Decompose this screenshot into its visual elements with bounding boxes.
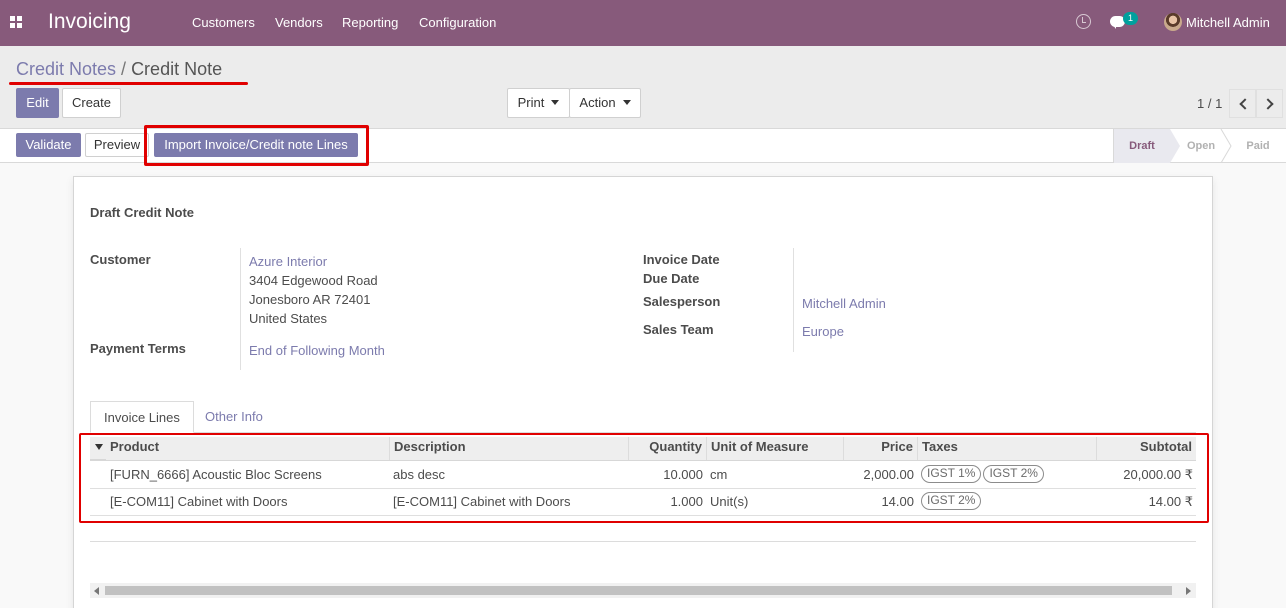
breadcrumb-current: Credit Note [131, 59, 223, 79]
highlight-underline [9, 82, 248, 85]
action-label: Action [579, 95, 616, 110]
stage-arrow [1170, 129, 1180, 163]
stage-draft[interactable]: Draft [1113, 129, 1170, 163]
activity-clock-icon[interactable] [1076, 14, 1091, 29]
caret-down-icon [622, 99, 631, 105]
user-avatar[interactable] [1164, 13, 1182, 31]
salesperson-link[interactable]: Mitchell Admin [802, 296, 886, 311]
breadcrumb-separator: / [121, 59, 127, 79]
menu-customers[interactable]: Customers [192, 15, 255, 30]
menu-vendors[interactable]: Vendors [275, 15, 323, 30]
payment-terms-link[interactable]: End of Following Month [249, 343, 385, 358]
print-dropdown[interactable]: Print [507, 88, 570, 118]
highlight-box [79, 433, 1209, 523]
payment-terms-label: Payment Terms [90, 341, 186, 356]
field-divider [240, 248, 241, 370]
stage-divider-icon [1220, 129, 1232, 163]
action-dropdown[interactable]: Action [569, 88, 641, 118]
form-sheet [73, 176, 1213, 608]
tab-invoice-lines[interactable]: Invoice Lines [90, 401, 194, 433]
menu-configuration[interactable]: Configuration [419, 15, 496, 30]
top-navbar: Invoicing Customers Vendors Reporting Co… [0, 0, 1286, 46]
pager-previous-button[interactable] [1229, 89, 1256, 118]
print-label: Print [517, 95, 545, 110]
customer-link[interactable]: Azure Interior [249, 254, 327, 269]
stage-open[interactable]: Open [1180, 129, 1222, 163]
salesperson-label: Salesperson [643, 294, 721, 309]
tab-other-info[interactable]: Other Info [192, 401, 276, 433]
table-footer-line [90, 541, 1196, 542]
breadcrumb-credit-notes[interactable]: Credit Notes [16, 59, 116, 79]
sales-team-link[interactable]: Europe [802, 324, 844, 339]
message-count-badge: 1 [1123, 12, 1138, 25]
highlight-box [144, 125, 369, 166]
user-menu[interactable]: Mitchell Admin [1186, 15, 1270, 30]
scroll-right-icon[interactable] [1186, 587, 1191, 595]
customer-address-line: United States [249, 311, 328, 326]
menu-reporting[interactable]: Reporting [342, 15, 398, 30]
scrollbar-thumb[interactable] [105, 586, 1172, 595]
document-title: Draft Credit Note [90, 205, 195, 220]
field-divider [793, 248, 794, 352]
chevron-right-icon [1262, 98, 1274, 110]
customer-address-line: 3404 Edgewood Road [249, 273, 378, 288]
pager-next-button[interactable] [1256, 89, 1283, 118]
app-title[interactable]: Invoicing [48, 10, 131, 34]
edit-button[interactable]: Edit [16, 88, 59, 118]
pager-value[interactable]: 1 / 1 [1197, 96, 1222, 111]
stage-paid[interactable]: Paid [1238, 129, 1278, 163]
apps-grid-icon[interactable] [10, 16, 22, 28]
invoice-date-label: Invoice Date [643, 252, 720, 267]
customer-label: Customer [90, 252, 151, 267]
validate-button[interactable]: Validate [16, 133, 81, 157]
due-date-label: Due Date [643, 271, 700, 286]
scroll-left-icon[interactable] [94, 587, 99, 595]
control-panel: Credit Notes / Credit Note Edit Create Pri… [0, 46, 1286, 129]
create-button[interactable]: Create [62, 88, 121, 118]
chevron-left-icon [1239, 98, 1251, 110]
sales-team-label: Sales Team [643, 322, 714, 337]
caret-down-icon [551, 99, 560, 105]
preview-button[interactable]: Preview [85, 133, 149, 157]
customer-address-line: Jonesboro AR 72401 [249, 292, 371, 307]
breadcrumb: Credit Notes / Credit Note [16, 59, 222, 80]
